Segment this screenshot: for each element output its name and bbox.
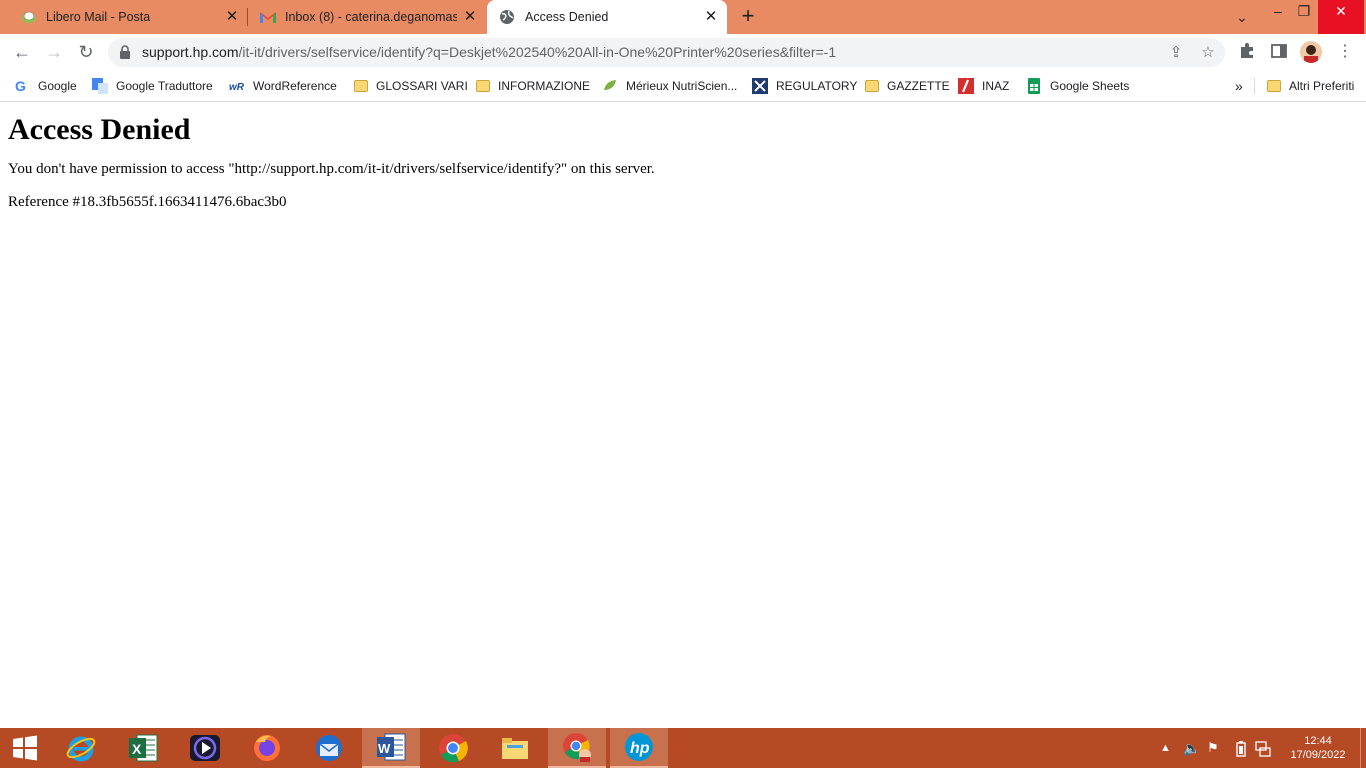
new-tab-plus-icon[interactable]: + bbox=[736, 5, 760, 29]
svg-text:hp: hp bbox=[630, 740, 650, 757]
reference-id: Reference #18.3fb5655f.1663411476.6bac3b… bbox=[8, 194, 287, 210]
folder-icon bbox=[1267, 80, 1281, 92]
tab-gmail-inbox[interactable]: Inbox (8) - caterina.deganomassimo ✕ bbox=[248, 0, 486, 34]
bookmark-label: Google Traduttore bbox=[116, 79, 213, 93]
thunderbird-icon[interactable] bbox=[300, 728, 358, 768]
bookmark-label: INAZ bbox=[982, 79, 1010, 93]
page-content: Access Denied You don't have permission … bbox=[8, 102, 1358, 211]
file-explorer-icon[interactable] bbox=[486, 728, 544, 768]
globe-favicon-icon bbox=[500, 10, 514, 24]
url-path: /it-it/drivers/selfservice/identify?q=De… bbox=[238, 44, 837, 60]
bookmark-label: INFORMAZIONE bbox=[498, 79, 590, 93]
browser-toolbar: ← → ↻ support.hp.com/it-it/drivers/selfs… bbox=[0, 34, 1366, 70]
bookmarks-bar: G Google Google Traduttore wR WordRefere… bbox=[0, 70, 1366, 102]
bookmark-label: Google Sheets bbox=[1050, 79, 1130, 93]
google-translate-icon bbox=[92, 78, 108, 94]
bookmark-label: GLOSSARI VARI bbox=[376, 79, 468, 93]
bookmark-folder-informazione[interactable]: INFORMAZIONE bbox=[476, 76, 590, 96]
svg-text:G: G bbox=[15, 78, 26, 94]
internet-explorer-icon[interactable] bbox=[52, 728, 110, 768]
tab-strip: Libero Mail - Posta ✕ Inbox (8) - cateri… bbox=[0, 0, 1366, 34]
battery-icon[interactable] bbox=[1236, 741, 1246, 781]
tab-title: Inbox (8) - caterina.deganomassimo bbox=[285, 10, 457, 24]
tab-libero-mail[interactable]: Libero Mail - Posta ✕ bbox=[8, 0, 248, 34]
media-player-icon[interactable] bbox=[176, 728, 234, 768]
merieux-leaf-icon bbox=[604, 80, 616, 90]
bookmark-label: REGULATORY bbox=[776, 79, 858, 93]
volume-icon[interactable]: 🔈 bbox=[1183, 728, 1200, 768]
windows-taskbar: X W hp ▲ 🔈 ⚑ 12:44 17/09/2022 bbox=[0, 728, 1366, 768]
clock-date: 17/09/2022 bbox=[1290, 749, 1346, 761]
start-windows-icon[interactable] bbox=[0, 728, 50, 768]
tab-access-denied[interactable]: Access Denied ✕ bbox=[487, 0, 727, 34]
page-heading: Access Denied bbox=[8, 113, 191, 146]
folder-icon bbox=[354, 80, 368, 92]
inaz-icon bbox=[958, 78, 974, 94]
extensions-puzzle-icon[interactable] bbox=[1237, 42, 1257, 62]
bookmark-folder-altri-preferiti[interactable]: Altri Preferiti bbox=[1267, 76, 1354, 96]
tab-search-chevron-icon[interactable]: ⌄ bbox=[1222, 0, 1262, 34]
bookmarks-overflow-chevron[interactable]: » bbox=[1235, 76, 1243, 96]
url-host: support.hp.com bbox=[142, 44, 239, 60]
back-arrow-icon[interactable]: ← bbox=[10, 40, 34, 64]
clock-time: 12:44 bbox=[1304, 735, 1332, 747]
gmail-favicon-icon bbox=[260, 12, 276, 23]
show-hidden-icons-icon[interactable]: ▲ bbox=[1160, 728, 1171, 768]
lock-icon[interactable] bbox=[119, 45, 131, 59]
bookmark-folder-gazzette[interactable]: GAZZETTE bbox=[865, 76, 950, 96]
bookmark-merieux[interactable]: Mérieux NutriScien... bbox=[602, 76, 737, 96]
libero-favicon-icon bbox=[22, 11, 36, 23]
svg-text:W: W bbox=[378, 741, 391, 756]
bookmarks-divider bbox=[1254, 78, 1255, 94]
side-panel-icon[interactable] bbox=[1269, 42, 1289, 62]
bookmark-folder-glossari[interactable]: GLOSSARI VARI bbox=[354, 76, 468, 96]
svg-text:wR: wR bbox=[229, 82, 245, 93]
bookmark-regulatory[interactable]: REGULATORY bbox=[752, 76, 857, 96]
window-close-icon[interactable]: ✕ bbox=[1318, 0, 1364, 34]
google-sheets-icon bbox=[1028, 78, 1040, 94]
profile-avatar[interactable] bbox=[1300, 41, 1322, 63]
bookmark-label: WordReference bbox=[253, 79, 337, 93]
bookmark-label: Altri Preferiti bbox=[1289, 79, 1355, 93]
bookmark-label: GAZZETTE bbox=[887, 79, 950, 93]
action-center-flag-icon[interactable]: ⚑ bbox=[1207, 728, 1219, 768]
url-text[interactable]: support.hp.com/it-it/drivers/selfservice… bbox=[142, 44, 836, 60]
google-g-icon: G bbox=[15, 78, 26, 94]
word-icon[interactable]: W bbox=[362, 728, 420, 768]
bookmark-google-sheets[interactable]: Google Sheets bbox=[1026, 76, 1129, 96]
bookmark-wordreference[interactable]: wR WordReference bbox=[229, 76, 337, 96]
excel-icon[interactable]: X bbox=[114, 728, 172, 768]
chrome-profile-icon[interactable] bbox=[548, 728, 606, 768]
hp-icon[interactable]: hp bbox=[610, 728, 668, 768]
folder-icon bbox=[476, 80, 490, 92]
network-icon[interactable] bbox=[1255, 741, 1271, 781]
regulatory-icon bbox=[752, 78, 768, 94]
wordreference-icon: wR bbox=[229, 82, 245, 93]
share-icon[interactable]: ⇪ bbox=[1167, 44, 1185, 62]
tab-title: Access Denied bbox=[525, 10, 609, 24]
tab-title: Libero Mail - Posta bbox=[46, 10, 151, 24]
bookmark-inaz[interactable]: INAZ bbox=[958, 76, 1009, 96]
chrome-menu-icon[interactable]: ⋮ bbox=[1335, 42, 1355, 62]
address-bar[interactable]: support.hp.com/it-it/drivers/selfservice… bbox=[108, 38, 1225, 67]
bookmark-google-traduttore[interactable]: Google Traduttore bbox=[92, 76, 213, 96]
show-desktop-button[interactable] bbox=[1360, 728, 1366, 768]
bookmark-label: Mérieux NutriScien... bbox=[626, 79, 738, 93]
bookmark-star-icon[interactable]: ☆ bbox=[1199, 44, 1217, 62]
system-clock[interactable]: 12:44 17/09/2022 bbox=[1286, 734, 1350, 762]
chrome-icon[interactable] bbox=[424, 728, 482, 768]
reload-icon[interactable]: ↻ bbox=[74, 40, 98, 64]
tab-close-icon[interactable]: ✕ bbox=[703, 9, 719, 25]
tab-close-icon[interactable]: ✕ bbox=[224, 9, 240, 25]
bookmark-label: Google bbox=[38, 79, 77, 93]
error-message: You don't have permission to access "htt… bbox=[8, 161, 655, 177]
folder-icon bbox=[865, 80, 879, 92]
forward-arrow-icon[interactable]: → bbox=[42, 40, 66, 64]
svg-text:X: X bbox=[132, 741, 142, 757]
bookmark-google[interactable]: G Google bbox=[14, 76, 77, 96]
tab-close-icon[interactable]: ✕ bbox=[462, 9, 478, 25]
firefox-icon[interactable] bbox=[238, 728, 296, 768]
